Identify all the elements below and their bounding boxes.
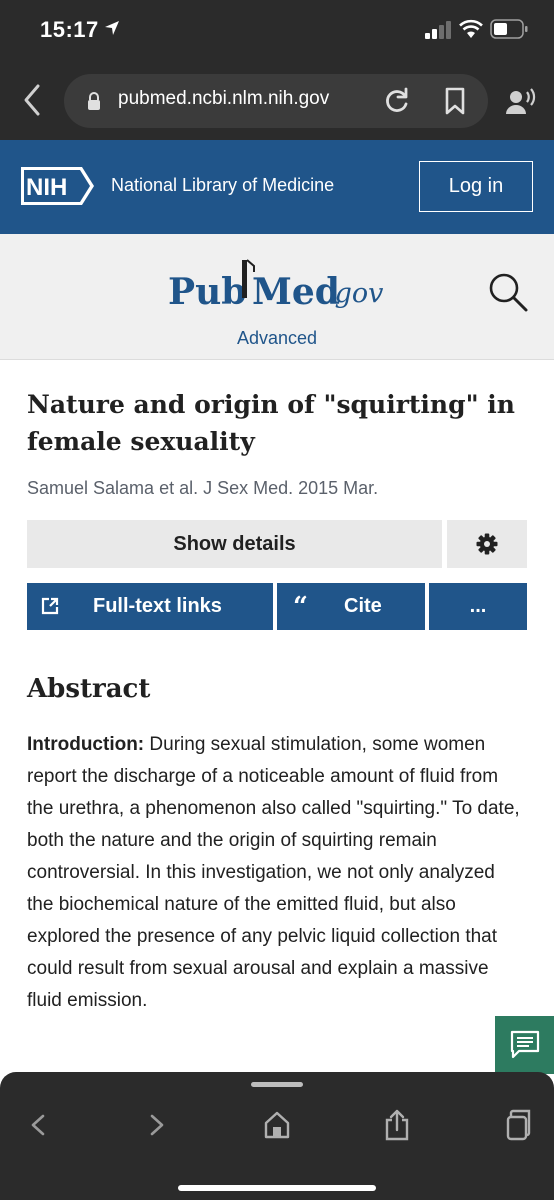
show-details-button[interactable]: Show details	[27, 520, 442, 568]
library-name: National Library of Medicine	[111, 175, 335, 195]
tabs-icon[interactable]	[502, 1108, 532, 1142]
battery-icon	[490, 19, 528, 39]
quote-icon: “	[293, 592, 308, 622]
display-options-button[interactable]	[447, 520, 527, 568]
gear-icon	[476, 533, 498, 555]
toolbar-handle[interactable]	[251, 1082, 303, 1087]
feedback-button[interactable]	[495, 1016, 554, 1074]
share-icon[interactable]	[382, 1108, 412, 1142]
abstract-intro-text: During sexual stimulation, some women re…	[27, 734, 520, 1011]
full-text-links-label: Full-text links	[93, 595, 222, 617]
signal-icon	[425, 21, 451, 39]
feedback-icon	[510, 1030, 540, 1059]
bookmark-icon[interactable]	[444, 87, 466, 115]
back-icon[interactable]	[18, 82, 46, 118]
nih-logo-text: NIH	[26, 174, 67, 201]
logo-gov-text: .gov	[326, 278, 383, 309]
more-actions-button[interactable]: ...	[429, 583, 527, 630]
article-authors[interactable]: Samuel Salama et al. J Sex Med. 2015 Mar…	[27, 478, 378, 499]
advanced-search-link[interactable]: Advanced	[0, 328, 554, 349]
abstract-intro-label: Introduction:	[27, 734, 145, 755]
wifi-icon	[459, 19, 483, 38]
status-bar: 15:17	[0, 0, 554, 60]
abstract-heading: Abstract	[27, 674, 151, 704]
location-arrow-icon	[105, 21, 119, 35]
logo-pub-text: Pub	[168, 271, 246, 313]
browser-bar: pubmed.ncbi.nlm.nih.gov	[0, 60, 554, 140]
pubmed-header: Pub Med .gov Advanced	[0, 234, 554, 360]
search-icon[interactable]	[486, 270, 530, 314]
reload-icon[interactable]	[384, 87, 410, 115]
address-bar[interactable]: pubmed.ncbi.nlm.nih.gov	[64, 74, 488, 128]
status-time: 15:17	[40, 17, 99, 42]
article-title: Nature and origin of "squirting" in fema…	[27, 390, 515, 456]
voice-icon[interactable]	[506, 87, 536, 115]
login-button[interactable]: Log in	[419, 161, 533, 212]
nih-logo[interactable]: NIH	[20, 166, 96, 206]
full-text-links-button[interactable]: Full-text links	[27, 583, 273, 630]
cite-label: Cite	[344, 595, 382, 617]
nih-header: NIH National Library of Medicine Log in	[0, 140, 554, 234]
browser-toolbar	[0, 1072, 554, 1200]
cite-button[interactable]: “ Cite	[277, 583, 425, 630]
abstract-introduction: Introduction: During sexual stimulation,…	[27, 729, 524, 1017]
back-icon[interactable]	[23, 1108, 53, 1142]
home-icon[interactable]	[262, 1108, 292, 1142]
external-link-icon	[41, 597, 59, 615]
home-indicator[interactable]	[178, 1185, 376, 1191]
forward-icon[interactable]	[142, 1108, 172, 1142]
lock-icon	[88, 92, 100, 110]
pubmed-logo[interactable]: Pub Med .gov	[168, 256, 390, 316]
url-text: pubmed.ncbi.nlm.nih.gov	[118, 88, 330, 109]
